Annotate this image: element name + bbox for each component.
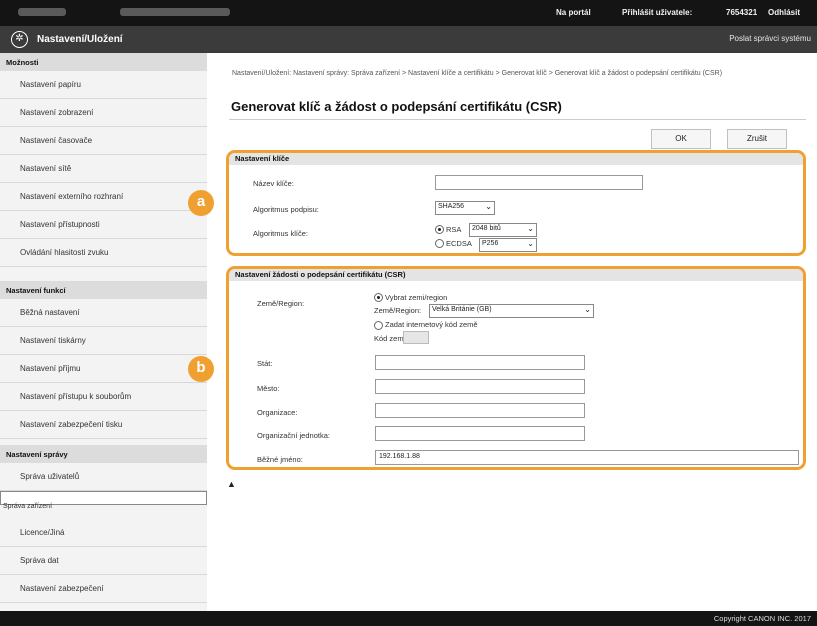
breadcrumb: Nastavení/Uložení: Nastavení správy: Spr… xyxy=(232,70,723,77)
title-bar: ✲ Nastavení/Uložení Poslat správci systé… xyxy=(0,26,817,53)
select-country-radio[interactable] xyxy=(374,293,383,302)
signature-algorithm-label: Algoritmus podpisu: xyxy=(253,205,319,214)
sidebar-item-device-management[interactable]: Správa zařízení xyxy=(0,491,207,510)
internet-code-label: Zadat internetový kód země xyxy=(385,320,478,329)
ecdsa-label: ECDSA xyxy=(446,239,472,248)
chevron-down-icon: ⌄ xyxy=(527,239,534,248)
logout-link[interactable]: Odhlásit xyxy=(768,8,800,17)
key-name-input[interactable] xyxy=(435,175,643,190)
rsa-radio[interactable] xyxy=(435,225,444,234)
app-title: Nastavení/Uložení xyxy=(37,34,123,45)
callout-b: b xyxy=(188,356,214,382)
csr-settings-title: Nastavení žádosti o podepsání certifikát… xyxy=(229,269,803,281)
sidebar-item-external-interface[interactable]: Nastavení externího rozhraní xyxy=(0,183,207,211)
sidebar-section-title: Možnosti xyxy=(0,53,207,71)
key-algorithm-label: Algoritmus klíče: xyxy=(253,229,309,238)
country-code-input[interactable] xyxy=(403,331,429,344)
blurred-device-name xyxy=(18,8,66,16)
organizational-unit-input[interactable] xyxy=(375,426,585,441)
settings-logo-icon: ✲ xyxy=(11,31,28,48)
common-name-label: Běžné jméno: xyxy=(257,455,303,464)
sidebar-item-print-security[interactable]: Nastavení zabezpečení tisku xyxy=(0,411,207,439)
signature-algorithm-select[interactable]: SHA256 ⌄ xyxy=(435,201,495,215)
common-name-input[interactable]: 192.168.1.88 xyxy=(375,450,799,465)
footer: Copyright CANON INC. 2017 xyxy=(0,611,817,626)
ecdsa-radio[interactable] xyxy=(435,239,444,248)
sidebar-item-security-settings[interactable]: Nastavení zabezpečení xyxy=(0,575,207,603)
country-value: Velká Británie (GB) xyxy=(432,306,492,313)
sidebar-item-accessibility[interactable]: Nastavení přístupnosti xyxy=(0,211,207,239)
sidebar-item-network[interactable]: Nastavení sítě xyxy=(0,155,207,183)
sidebar-item-timer[interactable]: Nastavení časovače xyxy=(0,127,207,155)
sidebar-item-paper[interactable]: Nastavení papíru xyxy=(0,71,207,99)
country-sub-label: Země/Region: xyxy=(374,306,422,315)
sidebar-item-common[interactable]: Běžná nastavení xyxy=(0,299,207,327)
rsa-bits-value: 2048 bitů xyxy=(472,225,501,232)
sidebar-item-printer[interactable]: Nastavení tiskárny xyxy=(0,327,207,355)
sidebar: Možnosti Nastavení papíru Nastavení zobr… xyxy=(0,53,207,611)
top-bar: Na portál Přihlášit uživatele: 7654321 O… xyxy=(0,0,817,26)
city-label: Město: xyxy=(257,384,280,393)
internet-code-radio[interactable] xyxy=(374,321,383,330)
signature-algorithm-value: SHA256 xyxy=(438,203,465,210)
sidebar-item-display[interactable]: Nastavení zobrazení xyxy=(0,99,207,127)
user-id: 7654321 xyxy=(726,8,758,17)
organization-input[interactable] xyxy=(375,403,585,418)
sidebar-item-data-management[interactable]: Správa dat xyxy=(0,547,207,575)
ecdsa-curve-value: P256 xyxy=(482,240,499,247)
rsa-bits-select[interactable]: 2048 bitů ⌄ xyxy=(469,223,537,237)
mail-admin-link[interactable]: Poslat správci systému xyxy=(729,34,811,43)
blurred-device-model xyxy=(120,8,230,16)
sidebar-section-title: Nastavení správy xyxy=(0,445,207,463)
sidebar-item-license[interactable]: Licence/Jiná xyxy=(0,519,207,547)
sidebar-item-volume[interactable]: Ovládání hlasitosti zvuku xyxy=(0,239,207,267)
csr-settings-panel: Nastavení žádosti o podepsání certifikát… xyxy=(226,266,806,470)
rsa-label: RSA xyxy=(446,225,462,234)
country-region-label: Země/Region: xyxy=(257,299,305,308)
ecdsa-curve-select[interactable]: P256 ⌄ xyxy=(479,238,537,252)
state-input[interactable] xyxy=(375,355,585,370)
portal-link[interactable]: Na portál xyxy=(556,8,591,17)
key-settings-title: Nastavení klíče xyxy=(229,153,803,165)
state-label: Stát: xyxy=(257,359,273,368)
login-user-label: Přihlášit uživatele: xyxy=(622,8,693,17)
sidebar-item-user-management[interactable]: Správa uživatelů xyxy=(0,463,207,491)
country-select[interactable]: Velká Británie (GB) ⌄ xyxy=(429,304,594,318)
ok-button[interactable]: OK xyxy=(651,129,711,149)
key-name-label: Název klíče: xyxy=(253,179,294,188)
page-title: Generovat klíč a žádost o podepsání cert… xyxy=(231,99,562,114)
city-input[interactable] xyxy=(375,379,585,394)
chevron-down-icon: ⌄ xyxy=(584,305,591,314)
sidebar-item-file-access[interactable]: Nastavení přístupu k souborům xyxy=(0,383,207,411)
title-divider xyxy=(229,119,806,120)
copyright: Copyright CANON INC. 2017 xyxy=(713,614,811,623)
cancel-button[interactable]: Zrušit xyxy=(727,129,787,149)
select-country-label: Vybrat zemi/region xyxy=(385,293,448,302)
sidebar-section-title: Nastavení funkcí xyxy=(0,281,207,299)
organizational-unit-label: Organizační jednotka: xyxy=(257,431,330,440)
chevron-down-icon: ⌄ xyxy=(485,202,492,211)
page-top-icon[interactable]: ▲ xyxy=(227,479,236,489)
organization-label: Organizace: xyxy=(257,408,298,417)
key-settings-panel: Nastavení klíče Název klíče: Algoritmus … xyxy=(226,150,806,256)
sidebar-item-receive[interactable]: Nastavení příjmu xyxy=(0,355,207,383)
callout-a: a xyxy=(188,190,214,216)
chevron-down-icon: ⌄ xyxy=(527,224,534,233)
